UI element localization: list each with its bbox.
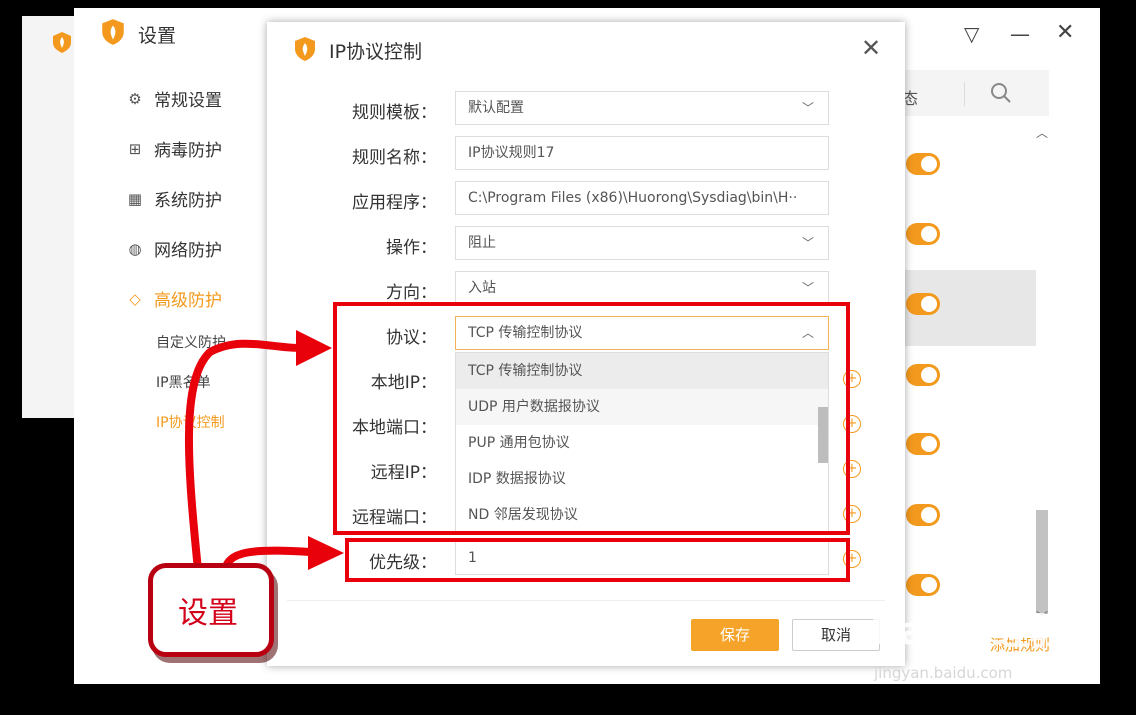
sidebar-item-system-protection[interactable]: ▦ 系统防护 [126,186,222,212]
scrollbar-thumb[interactable] [1036,510,1048,614]
action-value: 阻止 [468,235,496,251]
sidebar-item-label: 网络防护 [154,241,222,261]
gear-icon: ⚙ [128,89,142,108]
grid-icon: ▦ [127,189,143,208]
application-label: 应用程序： [352,193,437,213]
huorong-logo-icon [102,19,124,45]
chevron-down-icon: ﹀ [801,281,814,295]
scroll-up-icon[interactable]: ︿ [1036,124,1048,141]
direction-value: 入站 [468,280,496,296]
minimize-icon[interactable]: — [1010,22,1030,46]
rule-toggle[interactable] [906,293,940,315]
settings-title: 设置 [138,25,177,47]
diamond-icon: ◇ [129,289,141,308]
action-label: 操作： [386,238,437,258]
annotation-callout-text: 设置 [178,596,238,631]
template-label: 规则模板： [352,103,437,123]
rule-toggle[interactable] [906,364,940,386]
save-button[interactable]: 保存 [691,619,779,651]
toolbar-divider [964,82,965,106]
sidebar-item-advanced-protection[interactable]: ◇ 高级防护 [126,286,222,312]
rule-toggle[interactable] [906,433,940,455]
close-icon[interactable]: ✕ [861,34,881,62]
huorong-logo-icon [53,32,71,53]
rule-toggle[interactable] [906,153,940,175]
submenu-ip-protocol-control[interactable]: IP协议控制 [156,412,225,432]
rule-toggle[interactable] [906,574,940,596]
direction-select[interactable]: 入站 ﹀ [455,271,829,305]
annotation-box-priority [345,538,850,582]
footer-divider [287,600,885,601]
close-window-icon[interactable]: ✕ [1056,20,1074,45]
annotation-box-protocol [333,302,850,535]
application-input[interactable]: C:\Program Files (x86)\Huorong\Sysdiag\b… [455,181,829,215]
direction-label: 方向： [386,283,437,303]
cancel-button[interactable]: 取消 [792,619,880,651]
chevron-down-icon: ﹀ [801,101,814,115]
baidu-watermark: Baidu经验 [870,609,1068,653]
huorong-logo-icon [295,37,315,61]
submenu-custom-protection[interactable]: 自定义防护 [156,332,226,352]
search-icon[interactable] [990,82,1012,104]
dialog-title: IP协议控制 [329,41,423,63]
action-select[interactable]: 阻止 ﹀ [455,226,829,260]
rule-name-label: 规则名称： [352,148,437,168]
sidebar-item-virus-protection[interactable]: ⊞ 病毒防护 [126,136,222,162]
sidebar-item-label: 常规设置 [154,91,222,111]
rule-toggle[interactable] [906,504,940,526]
chevron-down-icon: ﹀ [801,236,814,250]
submenu-ip-blacklist[interactable]: IP黑名单 [156,372,211,392]
menu-dropdown-icon[interactable]: ▽ [964,22,979,46]
globe-icon: ◍ [128,239,142,258]
rule-name-input[interactable]: IP协议规则17 [455,136,829,170]
plus-square-icon: ⊞ [128,139,142,158]
sidebar-item-label: 系统防护 [154,191,222,211]
template-select[interactable]: 默认配置 ﹀ [455,91,829,125]
rule-toggle[interactable] [906,223,940,245]
baidu-watermark-url: jingyan.baidu.com [874,664,1013,682]
sidebar-item-label: 高级防护 [154,291,222,311]
sidebar-item-general[interactable]: ⚙ 常规设置 [126,86,222,112]
sidebar-item-label: 病毒防护 [154,141,222,161]
template-value: 默认配置 [468,100,524,116]
sidebar-item-network-protection[interactable]: ◍ 网络防护 [126,236,222,262]
